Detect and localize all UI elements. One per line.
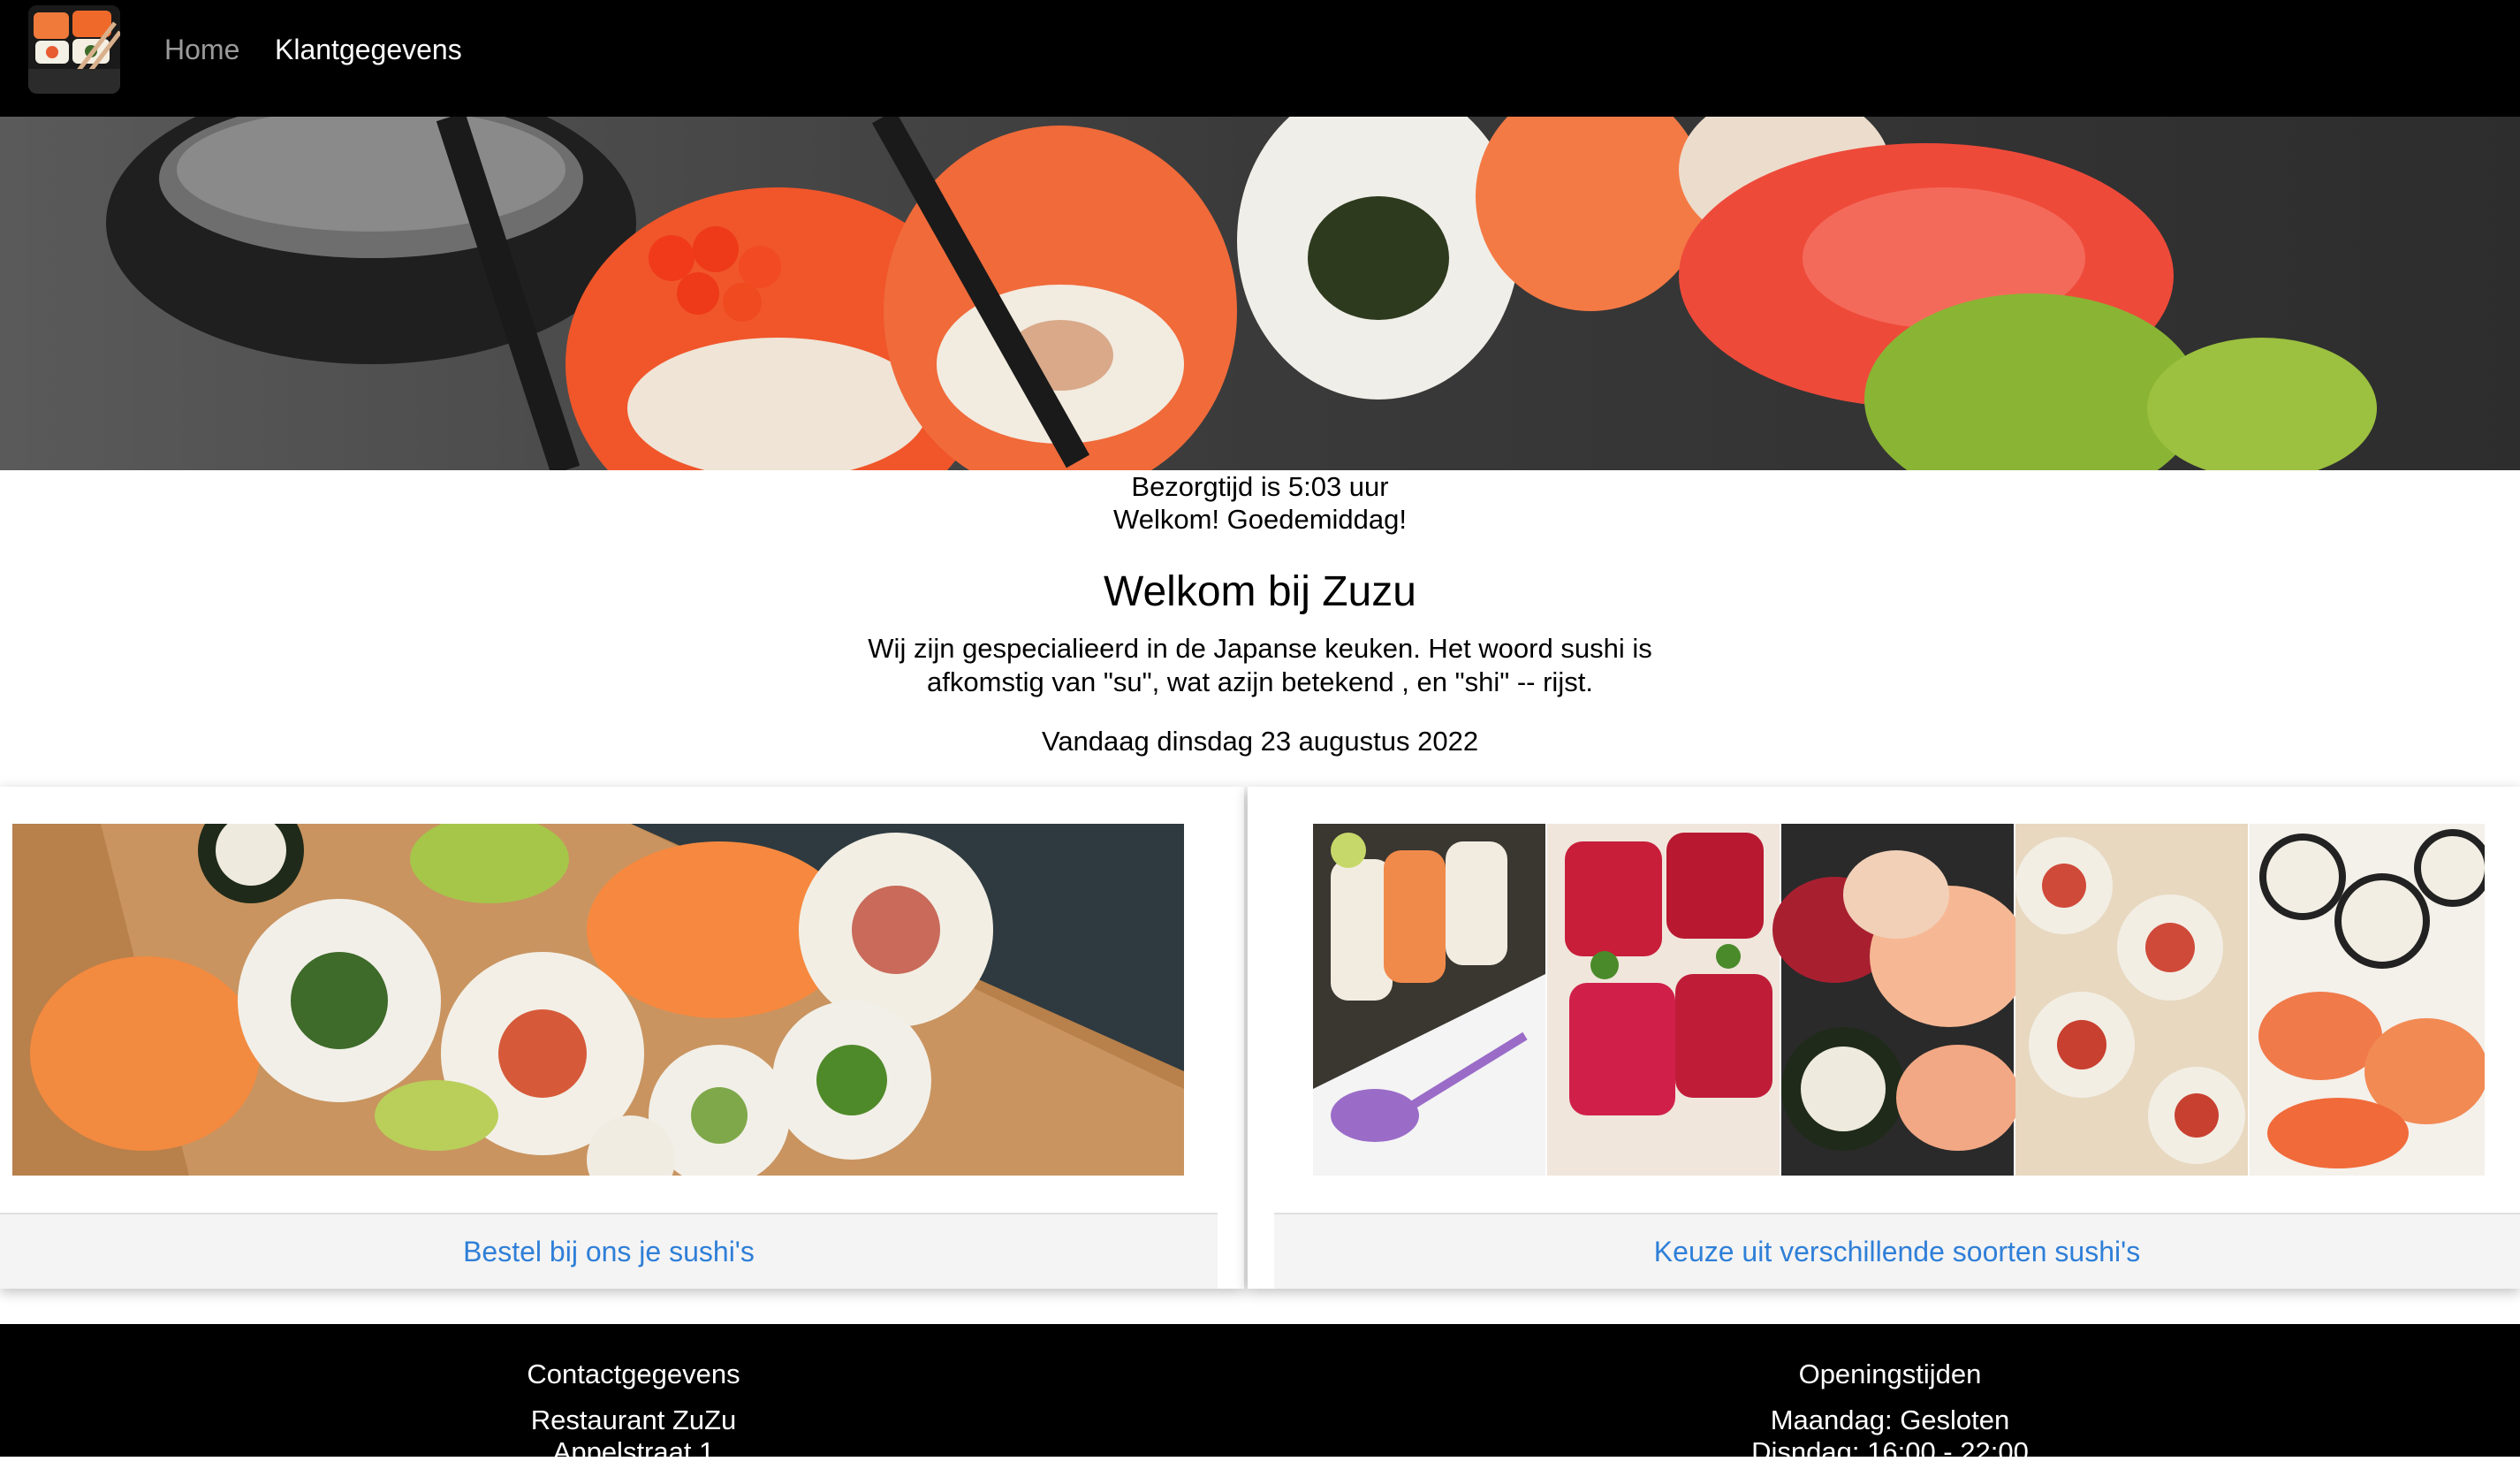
greeting-text: Welkom! Goedemiddag!: [1113, 504, 1407, 535]
contact-heading: Contactgegevens: [527, 1359, 740, 1389]
hero-banner: [0, 117, 2520, 470]
contact-line: Appelstraat 1: [552, 1436, 715, 1467]
opening-hours-line: Disndag: 16:00 - 22:00: [1751, 1436, 2029, 1467]
intro-text: Wij zijn gespecialieerd in de Japanse ke…: [868, 633, 1652, 697]
nav-home-link[interactable]: Home: [164, 32, 239, 67]
card-order-footer: Bestel bij ons je sushi's: [0, 1213, 1218, 1289]
nav-klantgegevens-link[interactable]: Klantgegevens: [275, 32, 462, 67]
sushi-variety-collage-image: [1313, 824, 2485, 1176]
order-sushi-link[interactable]: Bestel bij ons je sushi's: [0, 1234, 1218, 1269]
contact-line: Restaurant ZuZu: [530, 1404, 737, 1435]
sushi-variety-link[interactable]: Keuze uit verschillende soorten sushi's: [1274, 1234, 2520, 1269]
page-title: Welkom bij Zuzu: [1104, 568, 1416, 615]
sushi-platter-image: [12, 824, 1184, 1176]
card-variety-footer: Keuze uit verschillende soorten sushi's: [1274, 1213, 2520, 1289]
opening-hours-line: Maandag: Gesloten: [1770, 1404, 2010, 1435]
delivery-time-text: Bezorgtijd is 5:03 uur: [1131, 471, 1389, 502]
card-order: Bestel bij ons je sushi's: [0, 787, 1244, 1289]
sushi-logo-icon[interactable]: [28, 5, 120, 94]
date-text: Vandaag dinsdag 23 augustus 2022: [1041, 726, 1479, 757]
footer: Contactgegevens Restaurant ZuZu Appelstr…: [0, 1324, 2520, 1467]
opening-hours-heading: Openingstijden: [1798, 1359, 1982, 1389]
card-variety: Keuze uit verschillende soorten sushi's: [1248, 787, 2520, 1289]
sushi-hero-image: [0, 117, 2520, 470]
navbar: Home Klantgegevens: [0, 0, 2520, 117]
